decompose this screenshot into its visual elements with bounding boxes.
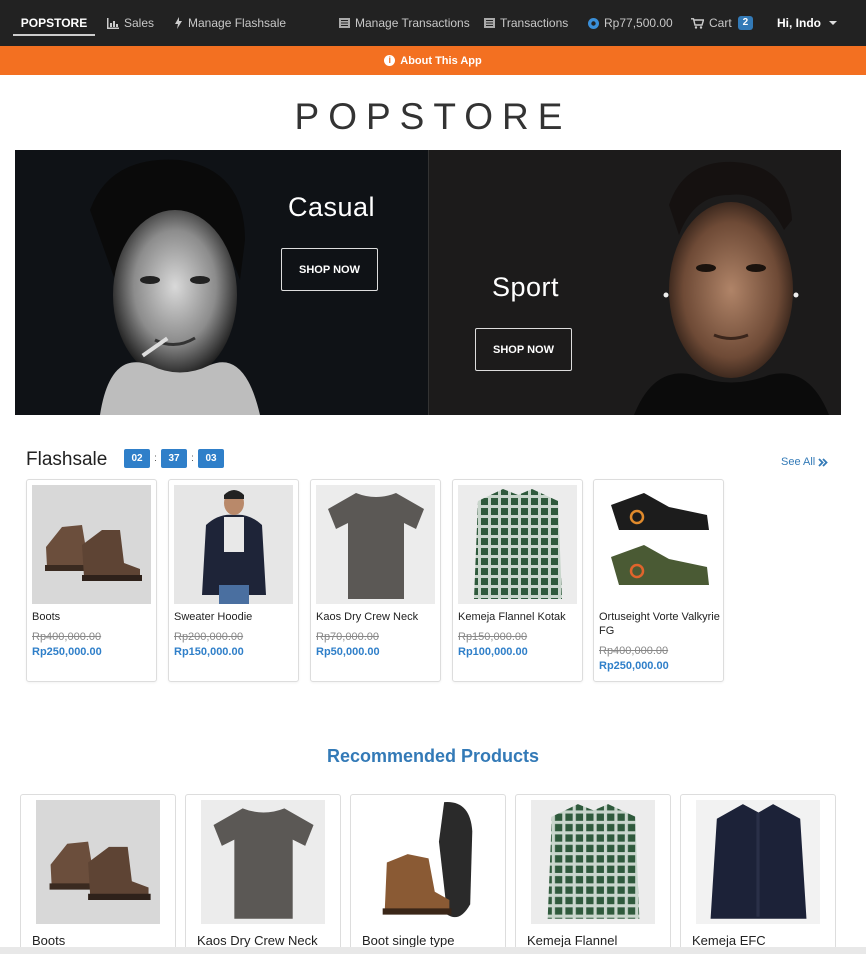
product-name: Kaos Dry Crew Neck [316,611,419,623]
hero-casual-heading: Casual [288,192,376,222]
hero-sport-heading: Sport [492,272,560,302]
timer-hours: 02 [124,449,150,468]
product-old-price: Rp150,000.00 [458,631,528,643]
nav-manage-transactions[interactable]: Manage Transactions [339,0,470,46]
recommended-title: Recommended Products [326,746,540,766]
product-name: Kemeja EFC [692,933,766,948]
flash-icon [175,17,182,29]
store-title: POPSTORE [294,96,572,137]
flashsale-product-card[interactable]: Ortuseight Vorte Valkyrie FG Rp400,000.0… [593,479,724,682]
flashsale-product-card[interactable]: Kemeja Flannel Kotak Rp150,000.00 Rp100,… [452,479,583,682]
casual-shop-now-button[interactable]: SHOP NOW [281,248,378,291]
cart-count-badge: 2 [737,16,754,30]
product-image [316,485,435,604]
about-app-bar[interactable]: i About This App [0,46,866,75]
coin-icon [588,17,599,29]
flashsale-product-card[interactable]: Boots Rp400,000.00 Rp250,000.00 [26,479,157,682]
product-old-price: Rp400,000.00 [599,645,669,657]
brand-link[interactable]: POPSTORE [13,0,95,46]
list-icon [339,18,350,28]
product-sale-price: Rp150,000.00 [174,646,244,658]
hero-casual-panel: Casual SHOP NOW [15,150,428,415]
product-image [599,485,718,604]
nav-manage-transactions-label: Manage Transactions [355,16,470,30]
product-name: Boots [32,933,66,948]
top-navbar: POPSTORE Sales Manage Flashsale Manage T… [0,0,866,46]
about-app-label: About This App [400,54,482,67]
timer-separator: : [191,453,194,464]
nav-balance[interactable]: Rp77,500.00 [588,0,673,46]
list-icon [484,18,495,28]
recommended-product-card[interactable]: Boots [20,794,176,954]
nav-balance-label: Rp77,500.00 [604,16,673,30]
horizontal-scrollbar[interactable] [0,947,866,954]
product-image [458,485,577,604]
product-name: Ortuseight Vorte Valkyrie FG [599,611,720,637]
user-menu[interactable]: Hi, Indo [777,0,837,46]
product-image [531,800,655,924]
bar-chart-icon [107,17,119,29]
flashsale-title: Flashsale [26,449,108,470]
product-old-price: Rp70,000.00 [316,631,379,643]
nav-sales[interactable]: Sales [107,0,154,46]
timer-separator: : [154,453,157,464]
product-sale-price: Rp50,000.00 [316,646,380,658]
product-sale-price: Rp250,000.00 [32,646,102,658]
product-image [174,485,293,604]
product-name: Sweater Hoodie [174,611,253,623]
sport-model-image [634,161,829,415]
flashsale-countdown: 02 : 37 : 03 [124,449,224,468]
see-all-link[interactable]: See All [781,456,829,468]
sport-shop-now-button[interactable]: SHOP NOW [475,328,572,371]
nav-manage-flashsale[interactable]: Manage Flashsale [174,0,286,46]
chevron-down-icon [829,21,837,25]
nav-transactions[interactable]: Transactions [484,0,568,46]
product-image [201,800,325,924]
nav-transactions-label: Transactions [500,16,569,30]
timer-minutes: 37 [161,449,187,468]
double-chevron-right-icon [818,457,829,467]
see-all-label: See All [781,456,816,468]
hero-sport-panel: Sport SHOP NOW [428,150,841,415]
recommended-product-card[interactable]: Kemeja EFC [680,794,836,954]
nav-sales-label: Sales [124,16,155,30]
product-image [696,800,820,924]
product-image [36,800,160,924]
hero-banner: Casual SHOP NOW Sport SHOP NOW [15,150,841,415]
timer-seconds: 03 [198,449,224,468]
product-old-price: Rp200,000.00 [174,631,244,643]
user-greeting: Hi, Indo [777,16,821,30]
flashsale-product-card[interactable]: Sweater Hoodie Rp200,000.00 Rp150,000.00 [168,479,299,682]
info-icon: i [384,55,396,66]
recommended-product-card[interactable]: Boot single type [350,794,506,954]
nav-cart[interactable]: Cart 2 [691,0,754,46]
recommended-product-card[interactable]: Kaos Dry Crew Neck [185,794,341,954]
product-old-price: Rp400,000.00 [32,631,102,643]
product-name: Boots [32,611,61,623]
nav-manage-flashsale-label: Manage Flashsale [188,16,287,30]
product-name: Kemeja Flannel Kotak [458,611,566,623]
product-name: Kaos Dry Crew Neck [197,933,318,948]
nav-cart-label: Cart [709,16,732,30]
recommended-product-card[interactable]: Kemeja Flannel [515,794,671,954]
casual-model-image [90,159,260,415]
product-name: Boot single type [362,933,455,948]
product-sale-price: Rp250,000.00 [599,660,669,672]
product-sale-price: Rp100,000.00 [458,646,528,658]
flashsale-product-card[interactable]: Kaos Dry Crew Neck Rp70,000.00 Rp50,000.… [310,479,441,682]
active-underline [13,34,95,36]
cart-icon [691,17,704,29]
product-image [32,485,151,604]
product-name: Kemeja Flannel [527,933,618,948]
product-image [366,800,490,924]
